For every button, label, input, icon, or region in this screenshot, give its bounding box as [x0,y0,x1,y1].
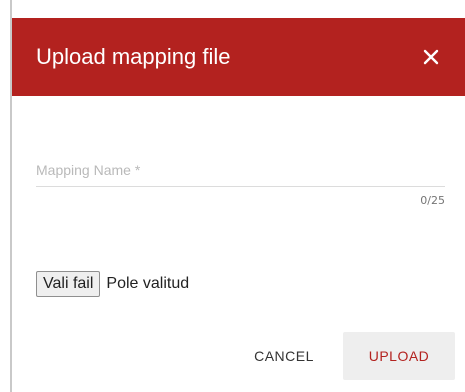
choose-file-button[interactable]: Vali fail [36,271,101,297]
dialog-title: Upload mapping file [36,44,231,69]
close-icon [423,49,439,65]
dialog-actions: CANCEL UPLOAD [229,332,455,380]
upload-button[interactable]: UPLOAD [343,332,455,380]
mapping-name-input[interactable] [36,160,445,187]
character-counter: 0/25 [420,194,445,207]
file-status-label: Pole valitud [106,275,190,292]
file-input-row: Vali fail Pole valitud [36,271,189,297]
close-button[interactable] [419,45,443,69]
dialog-header: Upload mapping file [12,18,465,96]
cancel-button[interactable]: CANCEL [229,332,339,380]
mapping-name-field: 0/25 [36,160,445,207]
upload-mapping-dialog: Upload mapping file 0/25 Vali fail Pole … [10,0,465,392]
